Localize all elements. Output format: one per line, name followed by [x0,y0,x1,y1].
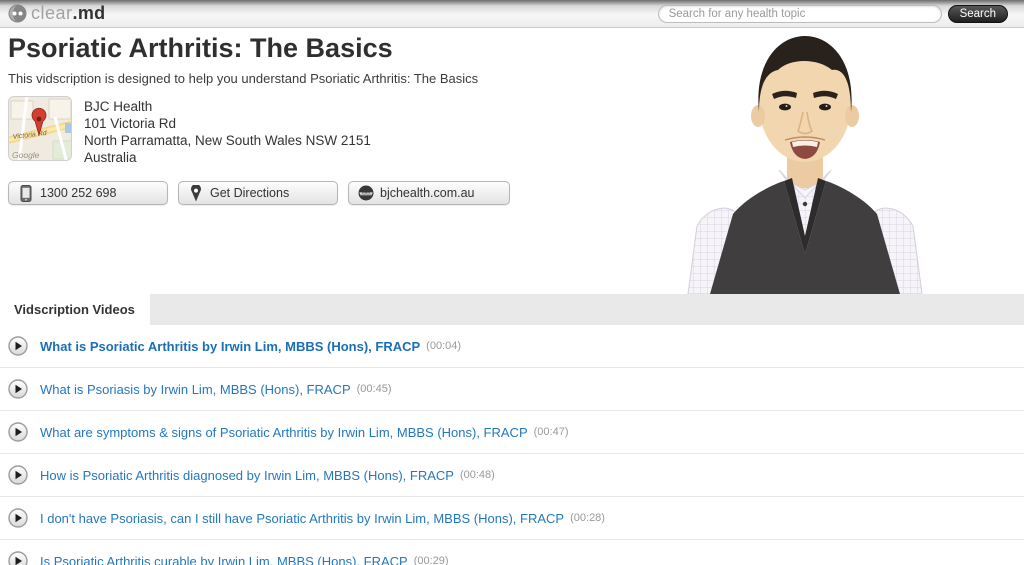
website-button[interactable]: www bjchealth.com.au [348,181,510,205]
video-duration: (00:47) [533,426,569,438]
video-row[interactable]: I don't have Psoriasis, can I still have… [0,497,1024,540]
video-duration: (00:28) [570,512,605,524]
directions-label: Get Directions [210,186,290,200]
clinic-actions: 1300 252 698 Get Directions www bjchealt… [8,181,520,205]
map-thumbnail[interactable]: Victoria Rd Google [8,96,72,161]
video-duration: (00:45) [356,383,392,395]
video-list: What is Psoriatic Arthritis by Irwin Lim… [0,325,1024,565]
play-icon[interactable] [8,422,28,442]
clearmd-logo[interactable]: clear .md [8,3,105,24]
phone-button[interactable]: 1300 252 698 [8,181,168,205]
clinic-country: Australia [84,150,137,165]
header: clear .md Search [0,0,1024,28]
phone-label: 1300 252 698 [40,186,117,200]
phone-icon [18,184,34,202]
play-icon[interactable] [8,379,28,399]
video-duration: (00:48) [459,469,495,481]
video-duration: (00:29) [413,555,449,565]
video-row[interactable]: What are symptoms & signs of Psoriatic A… [0,411,1024,454]
www-globe-icon: www [358,185,374,201]
video-row[interactable]: What is Psoriatic Arthritis by Irwin Lim… [0,325,1024,368]
video-title: I don't have Psoriasis, can I still have… [40,510,565,526]
play-icon[interactable] [8,336,28,356]
video-title: What are symptoms & signs of Psoriatic A… [40,424,528,440]
video-row[interactable]: Is Psoriatic Arthritis curable by Irwin … [0,540,1024,565]
svg-text:www: www [359,191,373,197]
video-row[interactable]: What is Psoriasis by Irwin Lim, MBBS (Ho… [0,368,1024,411]
map-image: Victoria Rd Google [9,97,71,160]
page-subtitle: This vidscription is designed to help yo… [8,71,479,86]
tab-label: Vidscription Videos [14,302,135,317]
tab-bar: Vidscription Videos [0,294,1024,325]
map-watermark: Google [12,150,40,160]
video-row[interactable]: How is Psoriatic Arthritis diagnosed by … [0,454,1024,497]
play-icon[interactable] [8,551,28,565]
video-duration: (00:04) [426,340,462,352]
video-title: How is Psoriatic Arthritis diagnosed by … [40,467,454,483]
presenter-video-frame [560,28,1024,294]
clearmd-logo-icon [8,4,27,23]
logo-text-dark: .md [72,3,106,23]
search-input[interactable] [657,4,942,23]
play-icon[interactable] [8,508,28,528]
video-title: Is Psoriatic Arthritis curable by Irwin … [40,553,408,565]
video-title: What is Psoriatic Arthritis by Irwin Lim… [40,338,421,354]
page-title: Psoriatic Arthritis: The Basics [8,33,393,63]
video-player[interactable] [560,28,1024,294]
website-label: bjchealth.com.au [380,186,475,200]
video-title: What is Psoriasis by Irwin Lim, MBBS (Ho… [40,381,351,397]
clinic-street: 101 Victoria Rd [84,116,177,131]
play-icon[interactable] [8,465,28,485]
map-pin-icon [188,184,204,202]
search-button[interactable]: Search [947,4,1008,23]
tab-vidscription-videos[interactable]: Vidscription Videos [0,294,150,325]
directions-button[interactable]: Get Directions [178,181,338,205]
clinic-address: BJC Health 101 Victoria Rd North Parrama… [84,98,371,166]
clinic-name: BJC Health [84,99,153,114]
logo-text-light: clear [31,3,73,23]
clinic-city: North Parramatta, New South Wales NSW 21… [84,133,371,148]
